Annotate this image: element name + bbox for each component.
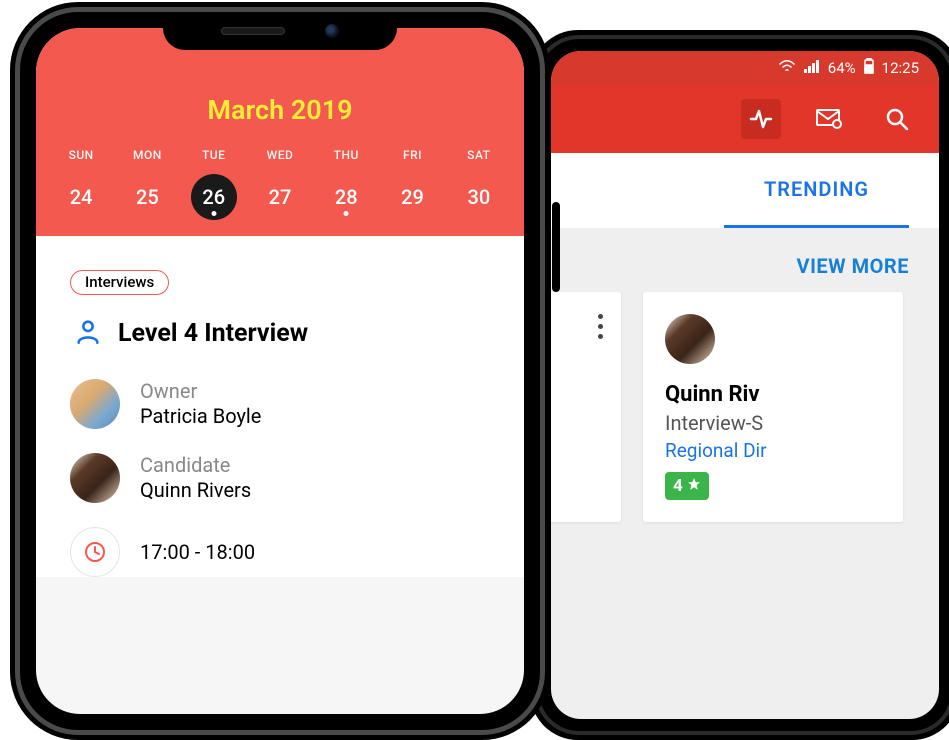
signal-icon [804, 59, 820, 77]
event-detail: Interviews Level 4 Interview Owner Patri… [36, 236, 524, 577]
star-icon [687, 476, 701, 496]
iphone-screen: March 2019 SUN MON TUE WED THU FRI SAT 2… [36, 28, 524, 714]
owner-row[interactable]: Owner Patricia Boyle [70, 379, 490, 429]
front-camera [325, 24, 339, 38]
event-tag[interactable]: Interviews [70, 270, 169, 295]
calendar-day[interactable]: 29 [390, 174, 436, 220]
candidate-role-label: Candidate [140, 453, 251, 478]
candidate-card[interactable]: Quinn Riv Interview-S Regional Dir 4 [643, 292, 903, 522]
mail-icon[interactable] [809, 99, 849, 139]
android-tabs: TRENDING [551, 153, 939, 228]
section-header: VIEW MORE [551, 228, 939, 292]
event-title: Level 4 Interview [118, 319, 308, 348]
candidate-card-partial[interactable]: duled [551, 292, 621, 522]
activity-icon[interactable] [741, 99, 781, 139]
owner-role-label: Owner [140, 379, 261, 404]
day-label: SAT [456, 148, 502, 162]
day-label: TUE [191, 148, 237, 162]
wifi-icon [778, 59, 796, 77]
day-label: THU [323, 148, 369, 162]
owner-name: Patricia Boyle [140, 404, 261, 429]
rating-badge: 4 [665, 472, 709, 500]
candidate-row[interactable]: Candidate Quinn Rivers [70, 453, 490, 503]
view-more-link[interactable]: VIEW MORE [797, 254, 910, 278]
avatar [665, 314, 715, 364]
clock-icon [70, 527, 120, 577]
rating-value: 4 [673, 476, 683, 496]
android-toolbar [551, 85, 939, 153]
calendar-day-selected[interactable]: 26 [191, 174, 237, 220]
calendar-day[interactable]: 24 [58, 174, 104, 220]
android-device: 64% 12:25 TRENDING [530, 30, 949, 740]
card-status: Interview-S [665, 411, 881, 435]
calendar-day[interactable]: 30 [456, 174, 502, 220]
android-status-bar: 64% 12:25 [551, 51, 939, 85]
time-row: 17:00 - 18:00 [70, 527, 490, 577]
calendar-day[interactable]: 27 [257, 174, 303, 220]
day-label: SUN [58, 148, 104, 162]
avatar [70, 379, 120, 429]
day-label: FRI [390, 148, 436, 162]
card-status-fragment: duled [551, 402, 599, 426]
event-time: 17:00 - 18:00 [140, 540, 255, 565]
iphone-notch [163, 12, 397, 50]
iphone-device: March 2019 SUN MON TUE WED THU FRI SAT 2… [10, 2, 550, 740]
candidate-name: Quinn Rivers [140, 478, 251, 503]
search-icon[interactable] [877, 99, 917, 139]
more-icon[interactable] [598, 314, 603, 339]
android-screen: 64% 12:25 TRENDING [551, 51, 939, 719]
battery-icon [864, 58, 874, 78]
calendar-header: March 2019 SUN MON TUE WED THU FRI SAT 2… [36, 28, 524, 236]
battery-percent: 64% [828, 59, 856, 77]
card-row: duled Quinn Riv Interview-S Regional Dir… [551, 292, 939, 522]
calendar-day-labels: SUN MON TUE WED THU FRI SAT [36, 148, 524, 162]
speaker-grille [221, 27, 285, 35]
day-label: WED [257, 148, 303, 162]
avatar [70, 453, 120, 503]
card-link[interactable]: Regional Dir [665, 439, 881, 462]
calendar-month-title[interactable]: March 2019 [36, 94, 524, 126]
card-name: Quinn Riv [665, 382, 881, 407]
tab-trending[interactable]: TRENDING [724, 153, 909, 228]
calendar-day[interactable]: 28 [323, 174, 369, 220]
status-time: 12:25 [882, 59, 919, 77]
person-icon [74, 317, 102, 349]
calendar-date-row: 24 25 26 27 28 29 30 [36, 174, 524, 234]
calendar-day[interactable]: 25 [124, 174, 170, 220]
day-label: MON [124, 148, 170, 162]
